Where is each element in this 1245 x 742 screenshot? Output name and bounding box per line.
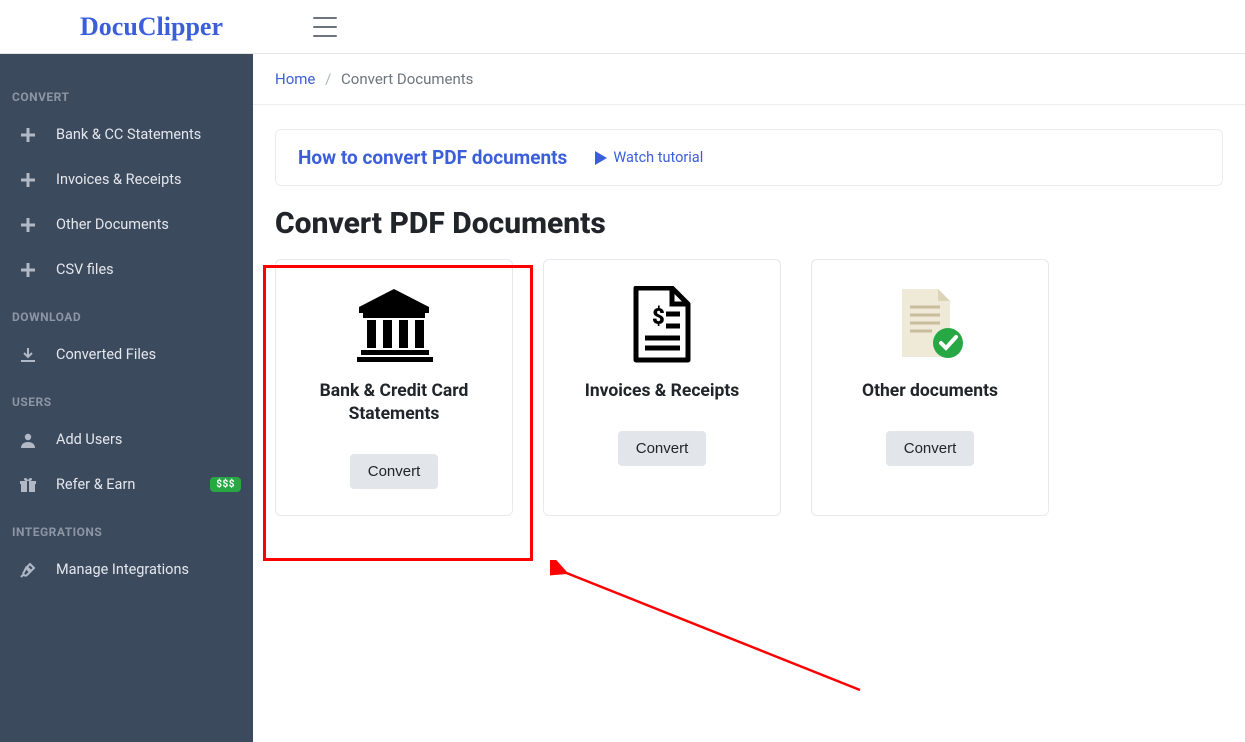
sidebar-item-label: Bank & CC Statements [56, 126, 201, 143]
watch-tutorial-link[interactable]: Watch tutorial [595, 149, 703, 166]
invoice-icon: $ [556, 282, 768, 368]
sidebar-item-label: Converted Files [56, 346, 156, 363]
plus-icon [18, 263, 38, 277]
breadcrumb-separator: / [325, 70, 331, 88]
sidebar-item-label: Invoices & Receipts [56, 171, 181, 188]
breadcrumb: Home / Convert Documents [253, 54, 1245, 105]
plus-icon [18, 218, 38, 232]
top-bar: DocuClipper [0, 0, 1245, 54]
card-title: Bank & Credit Card Statements [288, 380, 500, 426]
cards-row: Bank & Credit Card Statements Convert $ … [253, 259, 1245, 516]
sidebar: CONVERT Bank & CC Statements Invoices & … [0, 54, 253, 742]
sidebar-item-label: Refer & Earn [56, 476, 135, 493]
card-title: Other documents [824, 380, 1036, 403]
sidebar-item-label: Other Documents [56, 216, 169, 233]
sidebar-header-integrations: INTEGRATIONS [0, 507, 253, 547]
gift-icon [18, 477, 38, 493]
breadcrumb-current: Convert Documents [341, 70, 473, 88]
plug-icon [18, 562, 38, 578]
sidebar-item-csv[interactable]: CSV files [0, 247, 253, 292]
plus-icon [18, 173, 38, 187]
info-banner: How to convert PDF documents Watch tutor… [275, 129, 1223, 186]
page-title: Convert PDF Documents [275, 206, 1245, 241]
sidebar-item-label: CSV files [56, 261, 114, 278]
play-icon [595, 151, 607, 165]
sidebar-item-refer-earn[interactable]: Refer & Earn $$$ [0, 462, 253, 507]
document-check-icon [824, 282, 1036, 368]
sidebar-header-users: USERS [0, 377, 253, 417]
sidebar-item-add-users[interactable]: Add Users [0, 417, 253, 462]
main-content: Home / Convert Documents How to convert … [253, 54, 1245, 742]
sidebar-item-invoices[interactable]: Invoices & Receipts [0, 157, 253, 202]
bank-icon [288, 282, 500, 368]
sidebar-item-bank-cc[interactable]: Bank & CC Statements [0, 112, 253, 157]
convert-button[interactable]: Convert [350, 454, 439, 489]
breadcrumb-home-link[interactable]: Home [275, 70, 315, 88]
sidebar-item-label: Add Users [56, 431, 122, 448]
sidebar-header-convert: CONVERT [0, 72, 253, 112]
card-other-docs: Other documents Convert [811, 259, 1049, 516]
sidebar-item-converted-files[interactable]: Converted Files [0, 332, 253, 377]
banner-title: How to convert PDF documents [298, 146, 567, 169]
sidebar-item-other-docs[interactable]: Other Documents [0, 202, 253, 247]
card-invoices: $ Invoices & Receipts Convert [543, 259, 781, 516]
hamburger-menu-icon[interactable] [313, 17, 337, 37]
sidebar-item-label: Manage Integrations [56, 561, 189, 578]
app-logo: DocuClipper [80, 12, 223, 42]
sidebar-header-download: DOWNLOAD [0, 292, 253, 332]
convert-button[interactable]: Convert [886, 431, 975, 466]
plus-icon [18, 128, 38, 142]
money-badge: $$$ [210, 477, 241, 492]
card-bank-statements: Bank & Credit Card Statements Convert [275, 259, 513, 516]
user-icon [18, 432, 38, 448]
sidebar-item-manage-integrations[interactable]: Manage Integrations [0, 547, 253, 592]
download-icon [18, 347, 38, 363]
card-title: Invoices & Receipts [556, 380, 768, 403]
svg-text:$: $ [652, 305, 665, 330]
convert-button[interactable]: Convert [618, 431, 707, 466]
watch-tutorial-label: Watch tutorial [613, 149, 703, 166]
